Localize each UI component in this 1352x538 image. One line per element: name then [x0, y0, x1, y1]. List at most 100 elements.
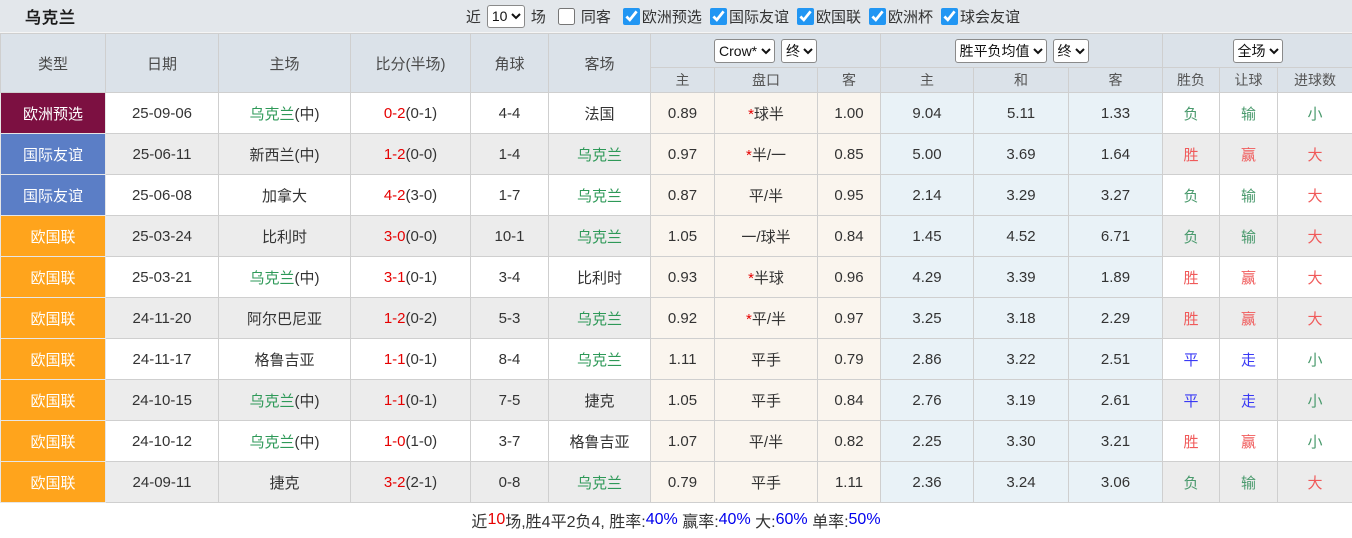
filter-checkbox-3[interactable]	[869, 8, 886, 25]
sub-header-1: 盘口	[715, 68, 818, 93]
table-row: 欧国联24-09-11捷克3-2(2-1)0-8乌克兰0.79平手1.112.3…	[1, 462, 1352, 503]
cell-date: 24-10-12	[106, 421, 219, 462]
cell-corners: 1-7	[471, 175, 549, 216]
cell-corners: 7-5	[471, 380, 549, 421]
result-group-header: 全场	[1163, 34, 1352, 68]
sub-header-4: 和	[974, 68, 1069, 93]
filter-checkbox-1[interactable]	[710, 8, 727, 25]
cell-result-handicap: 赢	[1220, 298, 1278, 339]
cell-handicap-home-odds: 1.07	[651, 421, 715, 462]
cell-odds-away: 6.71	[1069, 216, 1163, 257]
cell-odds-home: 9.04	[881, 93, 974, 134]
filter-item-4: 球会友谊	[933, 6, 1020, 27]
filter-label-1: 国际友谊	[729, 6, 789, 27]
cell-score: 1-2(0-2)	[351, 298, 471, 339]
filter-checkbox-4[interactable]	[941, 8, 958, 25]
header-score: 比分(半场)	[351, 34, 471, 93]
cell-handicap-home-odds: 1.05	[651, 216, 715, 257]
cell-away-team: 比利时	[549, 257, 651, 298]
filter-label-2: 欧国联	[816, 6, 861, 27]
sub-header-0: 主	[651, 68, 715, 93]
cell-home-team: 乌克兰(中)	[219, 257, 351, 298]
cell-home-team-mid: (中)	[295, 434, 320, 451]
header-date: 日期	[106, 34, 219, 93]
cell-home-team: 格鲁吉亚	[219, 339, 351, 380]
sub-header-6: 胜负	[1163, 68, 1220, 93]
filter-controls: 近 10 场 同客 欧洲预选国际友谊欧国联欧洲杯球会友谊	[462, 5, 1020, 28]
table-row: 欧国联25-03-21乌克兰(中)3-1(0-1)3-4比利时0.93*半球0.…	[1, 257, 1352, 298]
period-select[interactable]: 全场	[1233, 39, 1283, 63]
cell-result-handicap: 输	[1220, 175, 1278, 216]
cell-corners: 3-7	[471, 421, 549, 462]
cell-handicap-away-odds: 1.00	[818, 93, 881, 134]
cell-odds-home: 4.29	[881, 257, 974, 298]
cell-competition-type: 欧国联	[1, 257, 106, 298]
cell-odds-home: 5.00	[881, 134, 974, 175]
match-count-select[interactable]: 10	[487, 5, 525, 28]
cell-handicap-home-odds: 1.11	[651, 339, 715, 380]
cell-score: 0-2(0-1)	[351, 93, 471, 134]
cell-result-goals: 大	[1278, 298, 1352, 339]
cell-result-handicap: 赢	[1220, 134, 1278, 175]
cell-odds-draw: 3.29	[974, 175, 1069, 216]
score-halftime: (0-1)	[406, 351, 438, 368]
cell-score: 1-1(0-1)	[351, 339, 471, 380]
same-away-checkbox[interactable]	[558, 8, 575, 25]
cell-away-team-name: 乌克兰	[577, 229, 622, 246]
filter-label-3: 欧洲杯	[888, 6, 933, 27]
cell-away-team: 捷克	[549, 380, 651, 421]
cell-handicap-line: *半球	[715, 257, 818, 298]
handicap-star: *	[746, 311, 752, 328]
score-fulltime: 3-2	[384, 474, 406, 491]
score-halftime: (0-1)	[406, 105, 438, 122]
cell-result-handicap: 走	[1220, 380, 1278, 421]
cell-home-team: 乌克兰(中)	[219, 380, 351, 421]
filter-item-0: 欧洲预选	[615, 6, 702, 27]
cell-handicap-home-odds: 0.97	[651, 134, 715, 175]
cell-away-team: 乌克兰	[549, 339, 651, 380]
table-row: 欧国联24-10-15乌克兰(中)1-1(0-1)7-5捷克1.05平手0.84…	[1, 380, 1352, 421]
sub-header-7: 让球	[1220, 68, 1278, 93]
cell-home-team-name: 阿尔巴尼亚	[247, 311, 322, 328]
table-row: 国际友谊25-06-11新西兰(中)1-2(0-0)1-4乌克兰0.97*半/一…	[1, 134, 1352, 175]
cell-handicap-line: 平手	[715, 462, 818, 503]
sub-header-2: 客	[818, 68, 881, 93]
summary-segment-3: 40%	[646, 511, 678, 529]
cell-handicap-line: 平手	[715, 380, 818, 421]
cell-result-wdl: 负	[1163, 175, 1220, 216]
summary-segment-4: 赢率:	[678, 508, 719, 532]
cell-odds-draw: 3.22	[974, 339, 1069, 380]
cell-odds-home: 2.36	[881, 462, 974, 503]
cell-corners: 1-4	[471, 134, 549, 175]
cell-handicap-home-odds: 0.92	[651, 298, 715, 339]
cell-date: 25-09-06	[106, 93, 219, 134]
cell-odds-away: 2.61	[1069, 380, 1163, 421]
filter-checkbox-2[interactable]	[797, 8, 814, 25]
score-halftime: (2-1)	[406, 474, 438, 491]
odds-time-select[interactable]: 终	[1053, 39, 1089, 63]
header-away: 客场	[549, 34, 651, 93]
cell-away-team-name: 乌克兰	[577, 188, 622, 205]
cell-result-wdl: 平	[1163, 339, 1220, 380]
cell-odds-home: 2.14	[881, 175, 974, 216]
cell-handicap-home-odds: 1.05	[651, 380, 715, 421]
odds-average-select[interactable]: 胜平负均值	[955, 39, 1047, 63]
cell-home-team-mid: (中)	[295, 106, 320, 123]
cell-away-team: 乌克兰	[549, 216, 651, 257]
handicap-time-select[interactable]: 终	[781, 39, 817, 63]
score-fulltime: 0-2	[384, 105, 406, 122]
cell-date: 25-06-08	[106, 175, 219, 216]
cell-date: 24-11-17	[106, 339, 219, 380]
sub-header-3: 主	[881, 68, 974, 93]
filter-label-0: 欧洲预选	[642, 6, 702, 27]
handicap-company-select[interactable]: Crow*	[714, 39, 775, 63]
filter-checkbox-0[interactable]	[623, 8, 640, 25]
cell-date: 24-10-15	[106, 380, 219, 421]
cell-away-team-name: 格鲁吉亚	[569, 434, 629, 451]
header-corner: 角球	[471, 34, 549, 93]
cell-home-team-name: 乌克兰	[249, 434, 294, 451]
table-row: 欧国联24-10-12乌克兰(中)1-0(1-0)3-7格鲁吉亚1.07平/半0…	[1, 421, 1352, 462]
cell-result-goals: 大	[1278, 257, 1352, 298]
cell-handicap-home-odds: 0.79	[651, 462, 715, 503]
cell-result-goals: 小	[1278, 339, 1352, 380]
